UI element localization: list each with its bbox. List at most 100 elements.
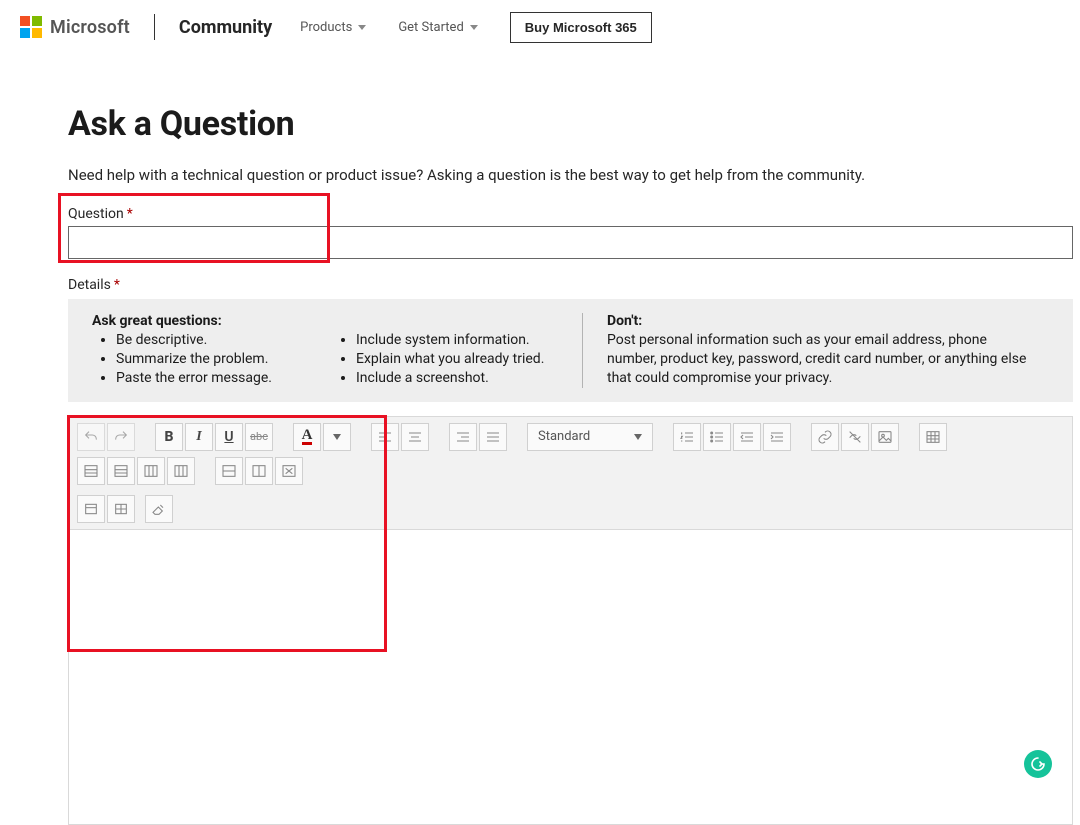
header-divider bbox=[154, 14, 155, 40]
table-row-icon bbox=[113, 463, 129, 479]
table-col-icon bbox=[173, 463, 189, 479]
undo-button[interactable] bbox=[77, 423, 105, 451]
nav-get-started[interactable]: Get Started bbox=[398, 20, 477, 35]
eraser-icon bbox=[151, 501, 167, 517]
italic-icon: I bbox=[196, 429, 201, 445]
delete-table-button[interactable] bbox=[275, 457, 303, 485]
tips-ask-heading: Ask great questions: bbox=[92, 313, 308, 329]
page-title: Ask a Question bbox=[68, 104, 1070, 144]
tips-dont-heading: Don't: bbox=[607, 313, 1029, 329]
unlink-icon bbox=[847, 429, 863, 445]
outdent-button[interactable] bbox=[733, 423, 761, 451]
insert-row-above-button[interactable] bbox=[77, 457, 105, 485]
align-center-button[interactable] bbox=[401, 423, 429, 451]
align-center-icon bbox=[407, 429, 423, 445]
table-delete-row-icon bbox=[221, 463, 237, 479]
tips-col-dont: Don't: Post personal information such as… bbox=[582, 313, 1053, 388]
strikethrough-button[interactable]: abc bbox=[245, 423, 273, 451]
insert-table-button[interactable] bbox=[919, 423, 947, 451]
question-input[interactable] bbox=[68, 226, 1073, 259]
required-asterisk: * bbox=[114, 277, 120, 293]
grammarly-icon bbox=[1030, 756, 1046, 772]
tips-col-ask-2: Include system information. Explain what… bbox=[332, 313, 582, 388]
clear-formatting-button[interactable] bbox=[145, 495, 173, 523]
tips-dont-text: Post personal information such as your e… bbox=[607, 331, 1029, 388]
insert-col-right-button[interactable] bbox=[167, 457, 195, 485]
underline-icon: U bbox=[224, 429, 233, 445]
ordered-list-icon bbox=[679, 429, 695, 445]
buy-microsoft-365-button[interactable]: Buy Microsoft 365 bbox=[510, 12, 652, 43]
align-right-button[interactable] bbox=[449, 423, 477, 451]
bold-button[interactable]: B bbox=[155, 423, 183, 451]
list-item: Be descriptive. bbox=[116, 331, 308, 350]
table-delete-icon bbox=[281, 463, 297, 479]
indent-icon bbox=[769, 429, 785, 445]
delete-row-button[interactable] bbox=[215, 457, 243, 485]
align-justify-button[interactable] bbox=[479, 423, 507, 451]
insert-image-button[interactable] bbox=[871, 423, 899, 451]
table-col-icon bbox=[143, 463, 159, 479]
chevron-down-icon bbox=[470, 25, 478, 30]
question-field-block: Question* bbox=[68, 206, 1070, 259]
insert-link-button[interactable] bbox=[811, 423, 839, 451]
bold-icon: B bbox=[165, 429, 174, 445]
insert-row-below-button[interactable] bbox=[107, 457, 135, 485]
table-icon bbox=[925, 429, 941, 445]
microsoft-logo-icon bbox=[20, 16, 42, 38]
grammarly-badge[interactable] bbox=[1024, 750, 1052, 778]
main-content: Ask a Question Need help with a technica… bbox=[0, 54, 1080, 825]
text-color-icon: A bbox=[302, 429, 313, 445]
insert-block-button[interactable] bbox=[77, 495, 105, 523]
primary-nav: Products Get Started Buy Microsoft 365 bbox=[300, 12, 652, 43]
microsoft-logo-text: Microsoft bbox=[50, 17, 130, 38]
brand-community[interactable]: Community bbox=[179, 17, 272, 38]
ordered-list-button[interactable] bbox=[673, 423, 701, 451]
redo-button[interactable] bbox=[107, 423, 135, 451]
align-left-button[interactable] bbox=[371, 423, 399, 451]
tips-panel: Ask great questions: Be descriptive. Sum… bbox=[68, 299, 1073, 402]
list-item: Summarize the problem. bbox=[116, 350, 308, 369]
text-color-button[interactable]: A bbox=[293, 423, 321, 451]
nav-get-started-label: Get Started bbox=[398, 20, 463, 35]
page-subtitle: Need help with a technical question or p… bbox=[68, 166, 1070, 184]
unordered-list-button[interactable] bbox=[703, 423, 731, 451]
underline-button[interactable]: U bbox=[215, 423, 243, 451]
align-right-icon bbox=[455, 429, 471, 445]
table-delete-col-icon bbox=[251, 463, 267, 479]
table-row-icon bbox=[83, 463, 99, 479]
align-justify-icon bbox=[485, 429, 501, 445]
details-label: Details* bbox=[68, 277, 1070, 293]
text-color-dropdown-button[interactable] bbox=[323, 423, 351, 451]
indent-button[interactable] bbox=[763, 423, 791, 451]
nav-products[interactable]: Products bbox=[300, 20, 366, 35]
remove-link-button[interactable] bbox=[841, 423, 869, 451]
tips-ask-list-2: Include system information. Explain what… bbox=[332, 331, 558, 388]
site-header: Microsoft Community Products Get Started… bbox=[0, 0, 1080, 54]
align-left-icon bbox=[377, 429, 393, 445]
details-editor-body[interactable] bbox=[68, 530, 1073, 825]
chevron-down-icon bbox=[333, 434, 341, 440]
link-icon bbox=[817, 429, 833, 445]
details-editor: B I U abc A bbox=[68, 416, 1073, 825]
undo-icon bbox=[83, 429, 99, 445]
unordered-list-icon bbox=[709, 429, 725, 445]
italic-button[interactable]: I bbox=[185, 423, 213, 451]
paragraph-format-dropdown[interactable]: Standard bbox=[527, 423, 653, 451]
required-asterisk: * bbox=[127, 206, 133, 222]
microsoft-logo[interactable]: Microsoft bbox=[20, 16, 130, 38]
insert-col-left-button[interactable] bbox=[137, 457, 165, 485]
list-item: Include a screenshot. bbox=[356, 369, 558, 388]
question-label: Question* bbox=[68, 206, 1070, 222]
block-icon bbox=[83, 501, 99, 517]
delete-col-button[interactable] bbox=[245, 457, 273, 485]
list-item: Paste the error message. bbox=[116, 369, 308, 388]
tips-ask-list: Be descriptive. Summarize the problem. P… bbox=[92, 331, 308, 388]
details-label-text: Details bbox=[68, 277, 111, 293]
insert-grid-button[interactable] bbox=[107, 495, 135, 523]
strikethrough-icon: abc bbox=[250, 430, 268, 443]
nav-products-label: Products bbox=[300, 20, 352, 35]
grid-icon bbox=[113, 501, 129, 517]
outdent-icon bbox=[739, 429, 755, 445]
redo-icon bbox=[113, 429, 129, 445]
chevron-down-icon bbox=[358, 25, 366, 30]
